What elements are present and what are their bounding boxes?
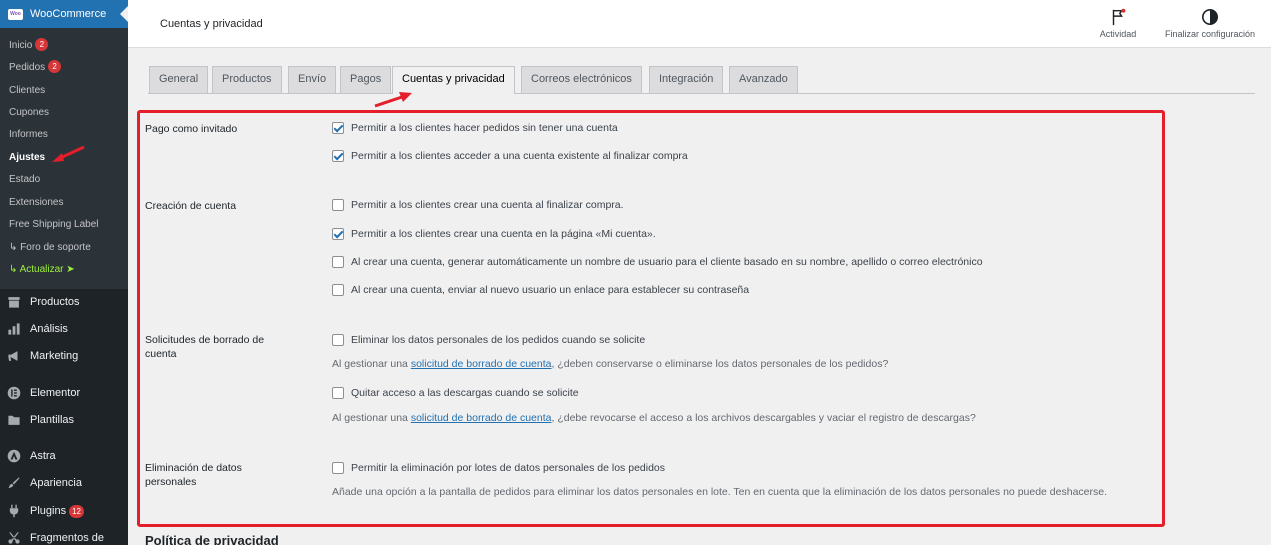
- count-badge: 2: [48, 60, 62, 73]
- tab-envio[interactable]: Envío: [288, 66, 337, 93]
- activity-button[interactable]: Actividad: [1096, 8, 1140, 39]
- flag-icon: [1112, 8, 1126, 26]
- progress-circle-icon: [1201, 8, 1219, 26]
- woocommerce-logo-icon: Woo: [8, 8, 23, 20]
- megaphone-icon: [7, 349, 21, 363]
- menu-item-elementor[interactable]: Elementor: [7, 384, 80, 402]
- woocommerce-menu[interactable]: Woo WooCommerce: [0, 0, 128, 28]
- menu-item-plantillas[interactable]: Plantillas: [7, 411, 74, 429]
- astra-icon: [7, 449, 21, 463]
- submenu-item-cupones[interactable]: Cupones: [9, 105, 49, 121]
- woocommerce-menu-label: WooCommerce: [30, 8, 107, 20]
- archive-icon: [7, 295, 21, 309]
- privacy-policy-heading: Política de privacidad: [145, 533, 279, 545]
- menu-item-productos[interactable]: Productos: [7, 293, 80, 311]
- menu-item-plugins[interactable]: Plugins 12: [7, 502, 84, 520]
- finish-setup-button[interactable]: Finalizar configuración: [1158, 8, 1262, 39]
- submenu-item-ajustes[interactable]: Ajustes: [9, 150, 45, 166]
- tabs-divider: [148, 93, 1255, 94]
- annotation-arrow-icon: [52, 145, 85, 162]
- submenu-item-foro-soporte[interactable]: ↳ Foro de soporte: [9, 240, 91, 256]
- submenu-item-inicio[interactable]: Inicio 2: [9, 38, 49, 54]
- menu-item-apariencia[interactable]: Apariencia: [7, 474, 82, 492]
- submenu-item-actualizar[interactable]: ↳ Actualizar ➤: [9, 262, 75, 278]
- submenu-item-free-shipping-label[interactable]: Free Shipping Label: [9, 217, 99, 233]
- tab-general[interactable]: General: [149, 66, 209, 93]
- chart-bar-icon: [7, 322, 21, 336]
- submenu-item-estado[interactable]: Estado: [9, 172, 40, 188]
- tab-integracion[interactable]: Integración: [649, 66, 724, 93]
- plug-icon: [7, 504, 21, 518]
- settings-tabs: General Productos Envío Pagos Cuentas y …: [128, 48, 1271, 96]
- submenu-item-extensiones[interactable]: Extensiones: [9, 195, 63, 211]
- scissors-icon: [7, 531, 21, 545]
- count-badge: 2: [35, 38, 49, 51]
- submenu-item-clientes[interactable]: Clientes: [9, 83, 45, 99]
- submenu-item-informes[interactable]: Informes: [9, 127, 48, 143]
- admin-sidebar: Woo WooCommerce Inicio 2 Pedidos 2 Cliente…: [0, 0, 128, 545]
- submenu-item-pedidos[interactable]: Pedidos 2: [9, 60, 62, 76]
- count-badge: 12: [69, 504, 84, 518]
- annotation-arrow-icon: [374, 92, 412, 108]
- activity-label: Actividad: [1099, 29, 1137, 39]
- menu-item-analisis[interactable]: Análisis: [7, 320, 68, 338]
- menu-item-marketing[interactable]: Marketing: [7, 347, 78, 365]
- page-title: Cuentas y privacidad: [160, 18, 263, 30]
- tab-pagos[interactable]: Pagos: [340, 66, 392, 93]
- elementor-icon: [7, 386, 21, 400]
- current-menu-pointer: [120, 6, 128, 22]
- tab-productos[interactable]: Productos: [212, 66, 282, 93]
- top-bar: Cuentas y privacidad Actividad Finalizar…: [128, 0, 1271, 48]
- folder-icon: [7, 413, 21, 427]
- annotation-highlight-box: [137, 110, 1165, 527]
- tab-avanzado[interactable]: Avanzado: [729, 66, 798, 93]
- menu-item-fragmentos[interactable]: Fragmentos de: [7, 529, 104, 545]
- tab-correos[interactable]: Correos electrónicos: [521, 66, 642, 93]
- paintbrush-icon: [7, 476, 21, 490]
- menu-item-astra[interactable]: Astra: [7, 447, 56, 465]
- finish-setup-label: Finalizar configuración: [1164, 29, 1256, 39]
